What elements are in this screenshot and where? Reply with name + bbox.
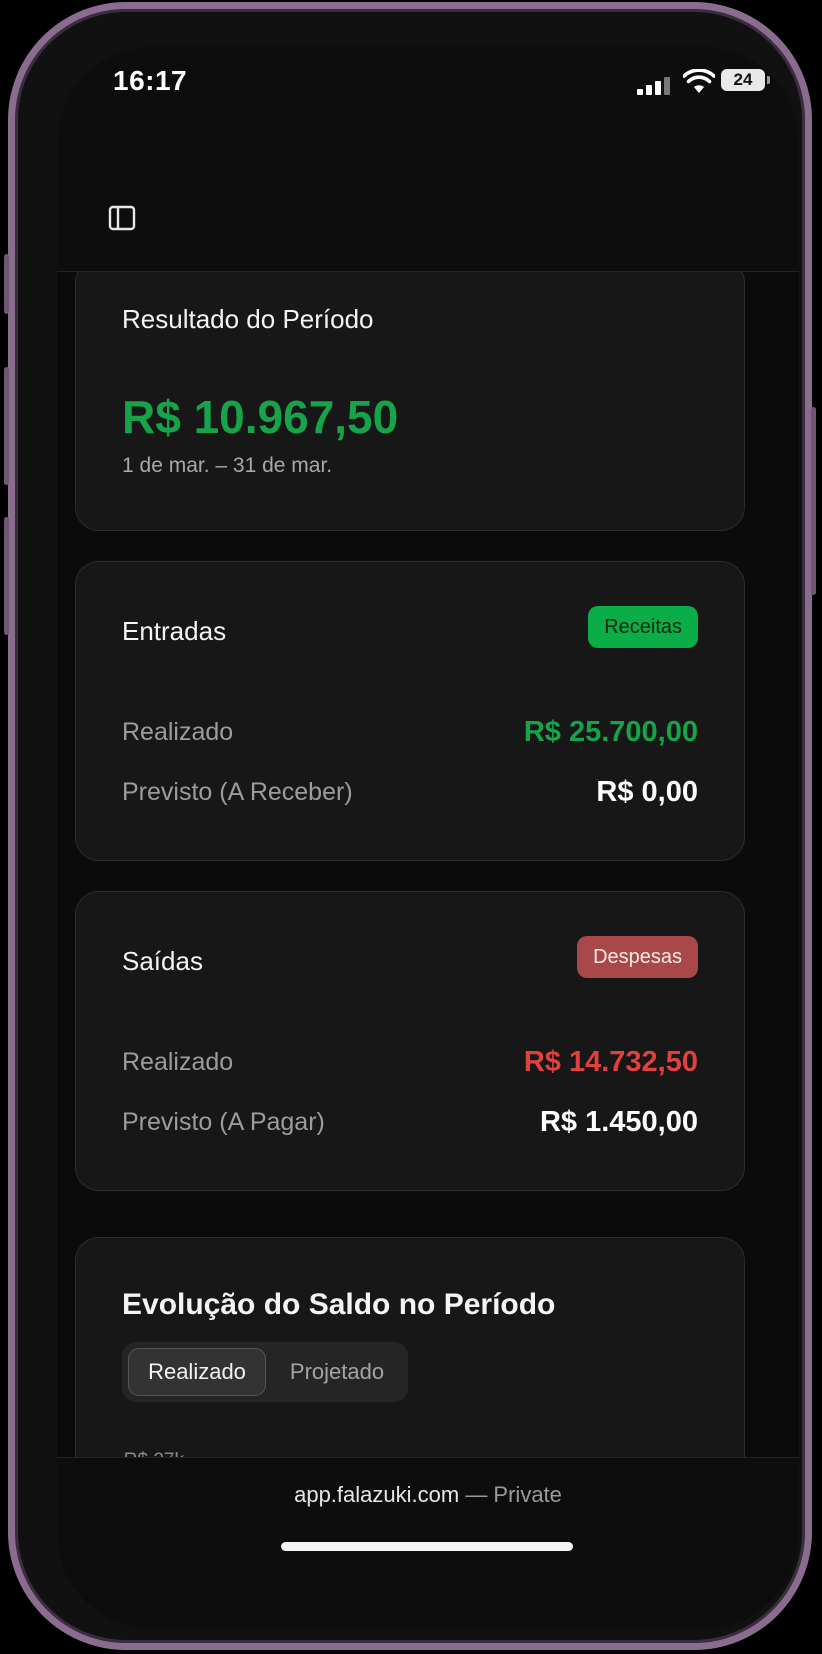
chart-view-toggle: Realizado Projetado [122,1342,408,1402]
result-card: Resultado do Período R$ 10.967,50 1 de m… [75,271,745,531]
expense-forecast-value: R$ 1.450,00 [539,1106,698,1138]
expense-title: Saídas [122,946,203,976]
result-title: Resultado do Período [122,304,374,334]
url-domain: app.falazuki.com [294,1482,460,1507]
browser-url[interactable]: app.falazuki.com — Private [57,1482,799,1508]
result-date-range: 1 de mar. – 31 de mar. [122,454,333,477]
expense-card: Saídas Despesas Realizado R$ 14.732,50 P… [75,891,745,1191]
expense-badge: Despesas [577,936,698,978]
wifi-icon [683,69,715,93]
income-forecast-label: Previsto (A Receber) [122,778,353,806]
action-button [4,254,9,314]
income-realized-value: R$ 25.700,00 [523,716,698,748]
expense-realized-label: Realizado [122,1048,234,1076]
app-header [57,119,799,272]
cellular-signal-icon [637,77,671,95]
chart-title: Evolução do Saldo no Período [122,1288,556,1321]
expense-realized-value: R$ 14.732,50 [523,1046,698,1078]
income-card: Entradas Receitas Realizado R$ 25.700,00… [75,561,745,861]
income-forecast-value: R$ 0,00 [596,776,698,808]
screen: 16:17 24 Resultado do Período R$ 10.967,… [57,47,799,1629]
volume-up-button [4,367,9,485]
tab-realizado[interactable]: Realizado [128,1348,266,1396]
status-time: 16:17 [113,65,188,96]
expense-forecast-label: Previsto (A Pagar) [122,1108,325,1136]
battery-icon: 24 [721,69,770,91]
dashboard-content[interactable]: Resultado do Período R$ 10.967,50 1 de m… [57,271,799,1577]
income-realized-label: Realizado [122,718,234,746]
income-badge: Receitas [588,606,698,648]
status-bar: 16:17 24 [57,47,799,117]
browser-bar: app.falazuki.com — Private [57,1457,799,1629]
income-title: Entradas [122,616,227,646]
result-value: R$ 10.967,50 [122,391,399,443]
home-indicator[interactable] [281,1542,573,1551]
volume-down-button [4,517,9,635]
private-label: — Private [465,1482,562,1507]
phone-frame: 16:17 24 Resultado do Período R$ 10.967,… [4,2,816,1650]
sidebar-toggle-icon[interactable] [107,203,137,233]
tab-projetado[interactable]: Projetado [272,1348,402,1396]
power-button [811,407,816,595]
